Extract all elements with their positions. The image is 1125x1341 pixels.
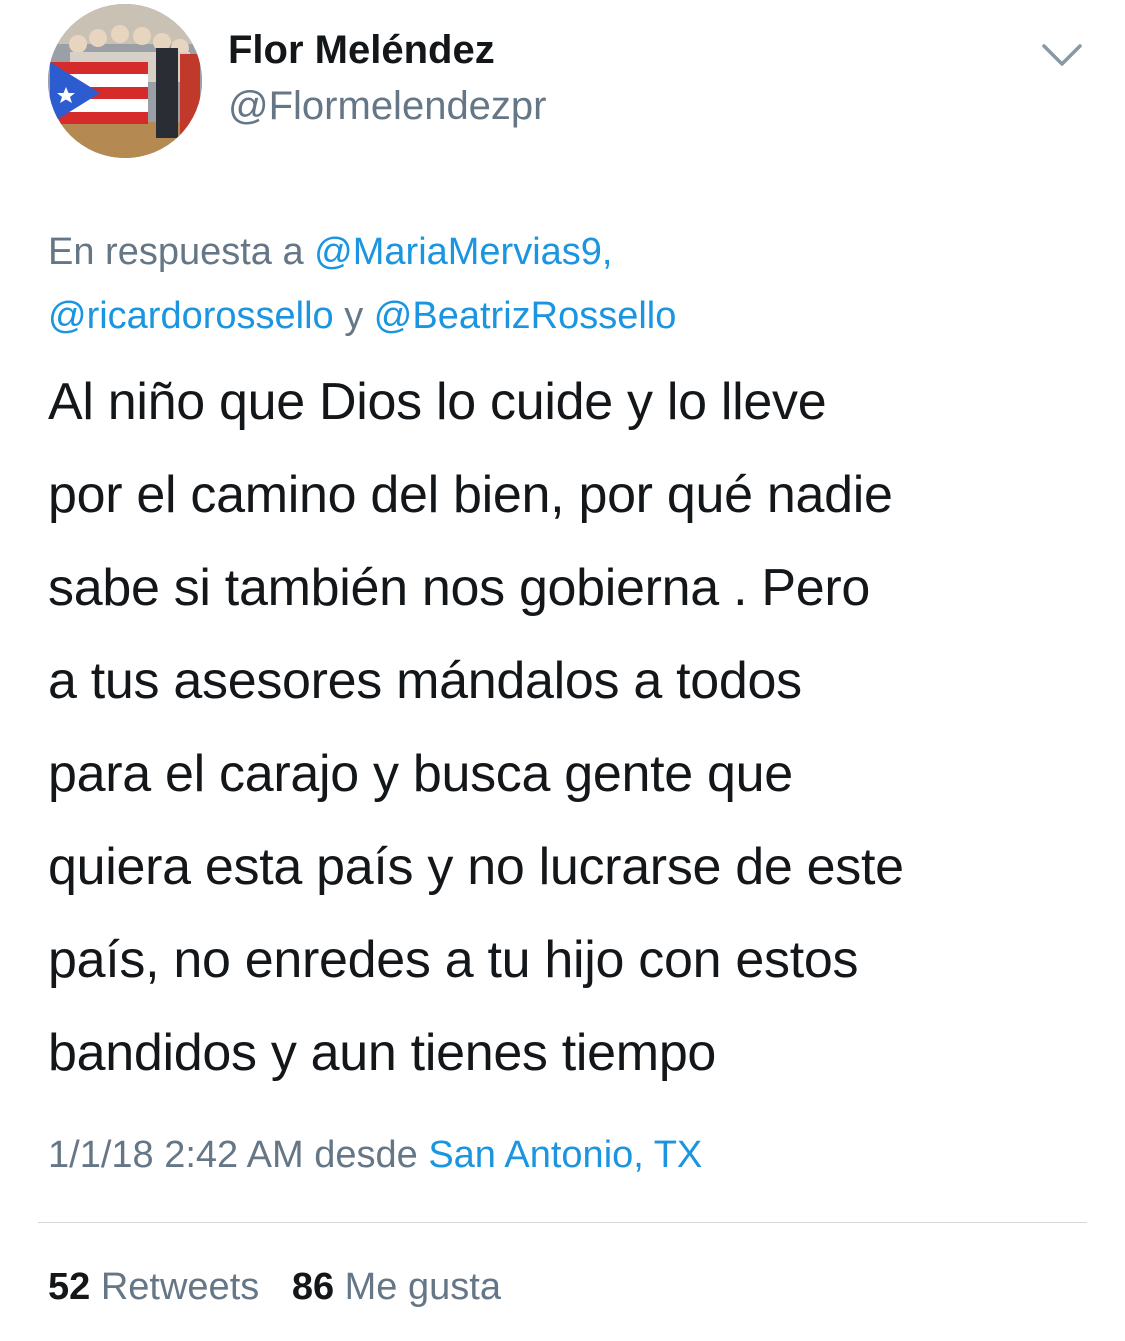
retweets-count: 52	[48, 1266, 91, 1308]
avatar[interactable]	[48, 4, 202, 158]
tweet-text-line: Al niño que Dios lo cuide y lo lleve	[48, 373, 827, 431]
author-display-name[interactable]: Flor Meléndez	[228, 28, 495, 73]
reply-line-1: En respuesta a @MariaMervias9,	[48, 220, 1078, 284]
mention-link[interactable]: @BeatrizRossello	[374, 295, 677, 337]
profile-photo-icon	[48, 4, 202, 158]
tweet-text-line: para el carajo y busca gente que	[48, 745, 793, 803]
chevron-down-icon[interactable]	[1040, 40, 1084, 70]
likes-count: 86	[291, 1266, 335, 1308]
tweet-text-line: bandidos y aun tienes tiempo	[48, 1024, 717, 1082]
tweet-text-line: sabe si también nos gobierna . Pero	[48, 559, 871, 617]
mention-link[interactable]: @ricardorossello	[48, 295, 334, 337]
divider	[38, 1222, 1087, 1223]
mention-link[interactable]: @MariaMervias9,	[314, 231, 612, 273]
likes-stat[interactable]: 86 Me gusta	[292, 1266, 501, 1308]
reply-context: En respuesta a @MariaMervias9, @ricardor…	[48, 220, 1078, 348]
tweet-text-line: a tus asesores mándalos a todos	[48, 652, 802, 710]
retweets-stat[interactable]: 52 Retweets	[48, 1266, 259, 1308]
author-handle[interactable]: @Flormelendezpr	[228, 84, 547, 129]
tweet-metadata: 1/1/18 2:42 AM desde San Antonio, TX	[48, 1134, 702, 1177]
likes-label: Me gusta	[344, 1266, 501, 1308]
reply-conjunction: y	[344, 295, 364, 337]
tweet-text-line: por el camino del bien, por qué nadie	[48, 466, 893, 524]
tweet-timestamp[interactable]: 1/1/18 2:42 AM	[48, 1134, 304, 1176]
tweet-text-line: quiera esta país y no lucrarse de este	[48, 838, 904, 896]
tweet-text-line: país, no enredes a tu hijo con estos	[48, 931, 859, 989]
retweets-label: Retweets	[100, 1266, 260, 1308]
source-prefix: desde	[314, 1134, 418, 1176]
reply-prefix: En respuesta a	[48, 231, 304, 273]
tweet-text: Al niño que Dios lo cuide y lo lleve por…	[48, 356, 1098, 1100]
engagement-stats: 52 Retweets 86 Me gusta	[48, 1266, 501, 1309]
reply-line-2: @ricardorossello y @BeatrizRossello	[48, 284, 1078, 348]
location-link[interactable]: San Antonio, TX	[428, 1134, 702, 1176]
